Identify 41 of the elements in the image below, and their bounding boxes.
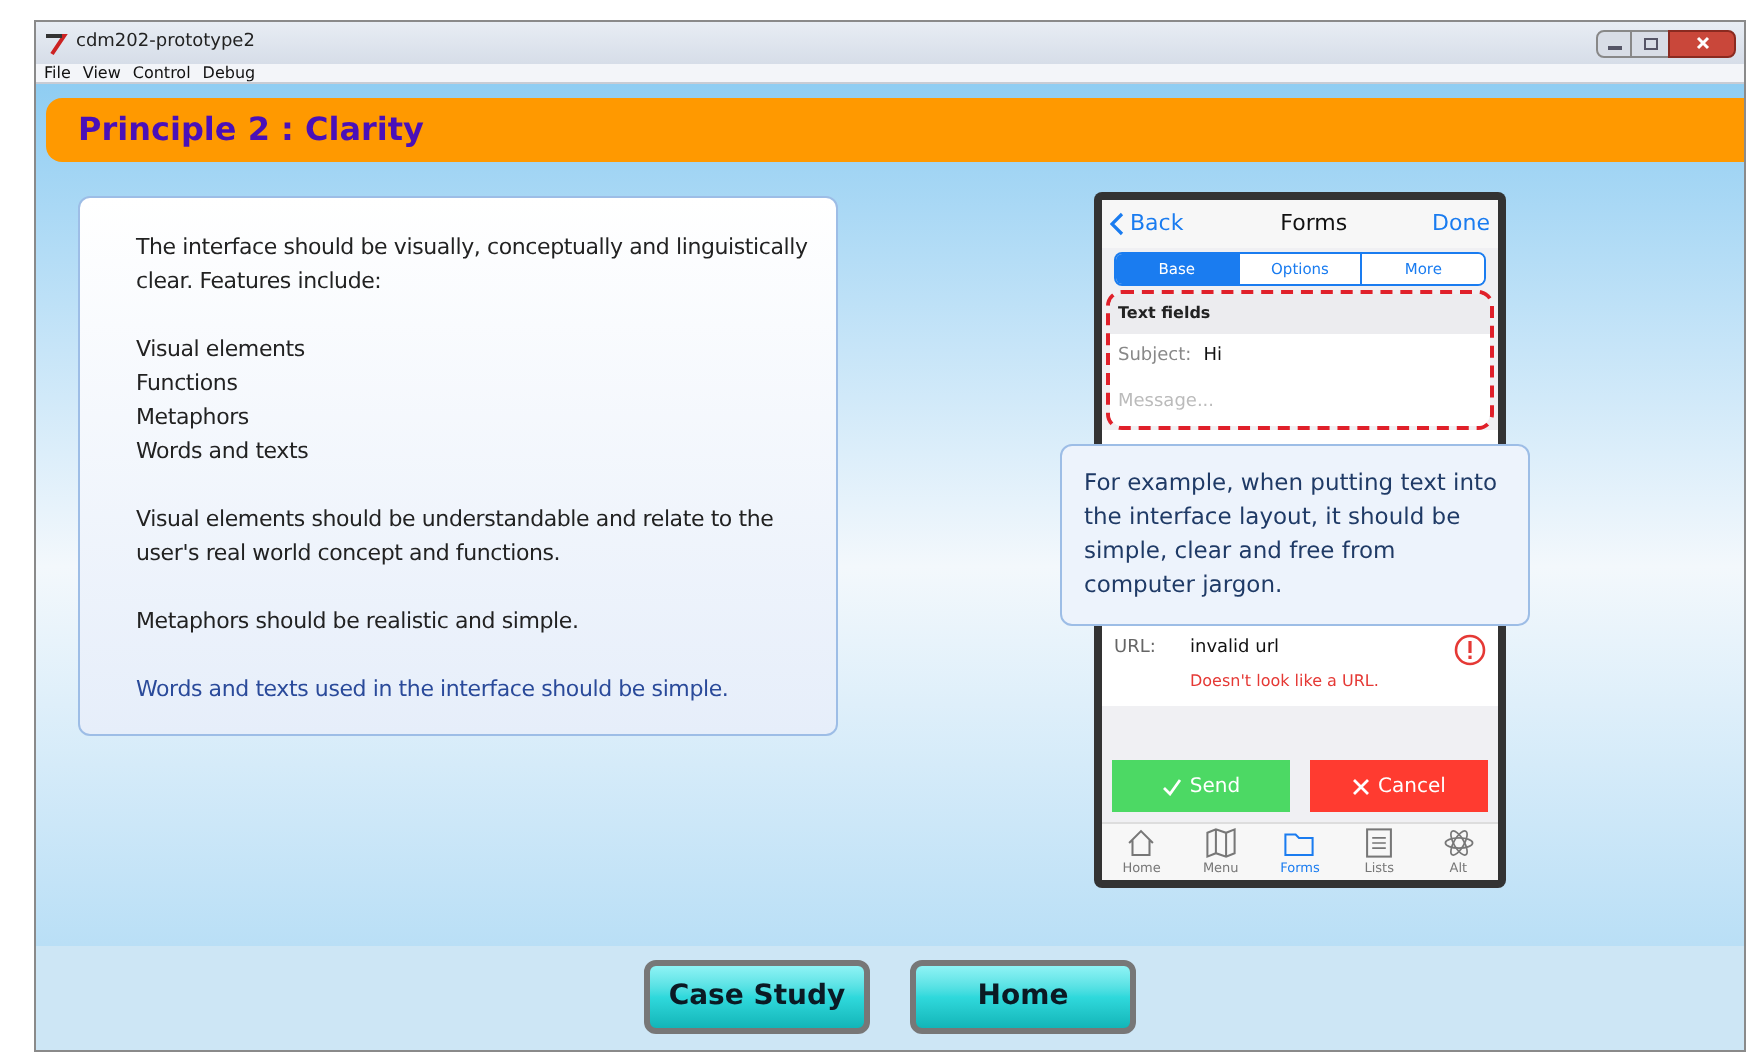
maximize-button[interactable] <box>1632 29 1668 57</box>
menubar-entry[interactable]: Debug <box>202 63 256 83</box>
paragraph: Metaphors should be realistic and simple. <box>136 606 581 638</box>
cancel-button[interactable]: Cancel <box>1310 760 1488 812</box>
close-icon <box>1695 36 1709 50</box>
message-field[interactable]: Message... <box>1110 382 1490 426</box>
app-icon <box>44 31 68 55</box>
chevron-icon <box>1110 212 1124 236</box>
window-title: cdm202-prototype2 <box>76 29 255 56</box>
page-title: Principle 2 : Clarity <box>78 108 424 152</box>
error-message: Doesn't look like a URL. <box>1190 670 1381 694</box>
menubar-entry[interactable]: File <box>44 63 71 83</box>
nav-button[interactable]: Home <box>910 959 1136 1033</box>
paragraph: Words and texts used in the interface should be simple. <box>136 674 731 706</box>
map-icon <box>1203 825 1238 860</box>
nav-button[interactable]: Case Study <box>644 959 870 1033</box>
menubar-entry[interactable]: Control <box>132 63 191 83</box>
feature-item: Functions <box>136 368 240 400</box>
atom-icon <box>1441 825 1476 860</box>
list-icon <box>1362 825 1397 860</box>
feature-item: Metaphors <box>136 402 251 434</box>
field-value: Hi <box>1203 344 1222 371</box>
callout-text: For example, when putting text into the interface layout, it should be simple, clear and free from computer jargon. <box>1084 466 1500 602</box>
close-button[interactable] <box>1668 29 1736 57</box>
check-icon <box>1161 777 1182 795</box>
close-icon <box>1352 777 1371 795</box>
field-label: Subject: <box>1118 344 1192 371</box>
field-value: invalid url <box>1190 636 1280 663</box>
back-button[interactable]: Back <box>1110 207 1184 241</box>
nav-title: Forms <box>1278 207 1350 240</box>
warning-icon <box>1454 634 1486 666</box>
intro-text: The interface should be visually, conceptually and linguistically clear. Features include: <box>136 232 810 298</box>
feature-item: Words and texts <box>136 436 311 468</box>
field-label: URL: <box>1114 636 1158 663</box>
paragraph: Visual elements should be understandable and relate to the user's real world concept and functions. <box>136 504 776 570</box>
menubar-entry[interactable]: View <box>82 63 121 83</box>
house-icon <box>1124 825 1159 860</box>
done-button[interactable]: Done <box>1432 207 1490 241</box>
section-header: Text fields <box>1110 294 1490 334</box>
feature-item: Visual elements <box>136 334 307 366</box>
minimize-button[interactable] <box>1596 29 1632 57</box>
